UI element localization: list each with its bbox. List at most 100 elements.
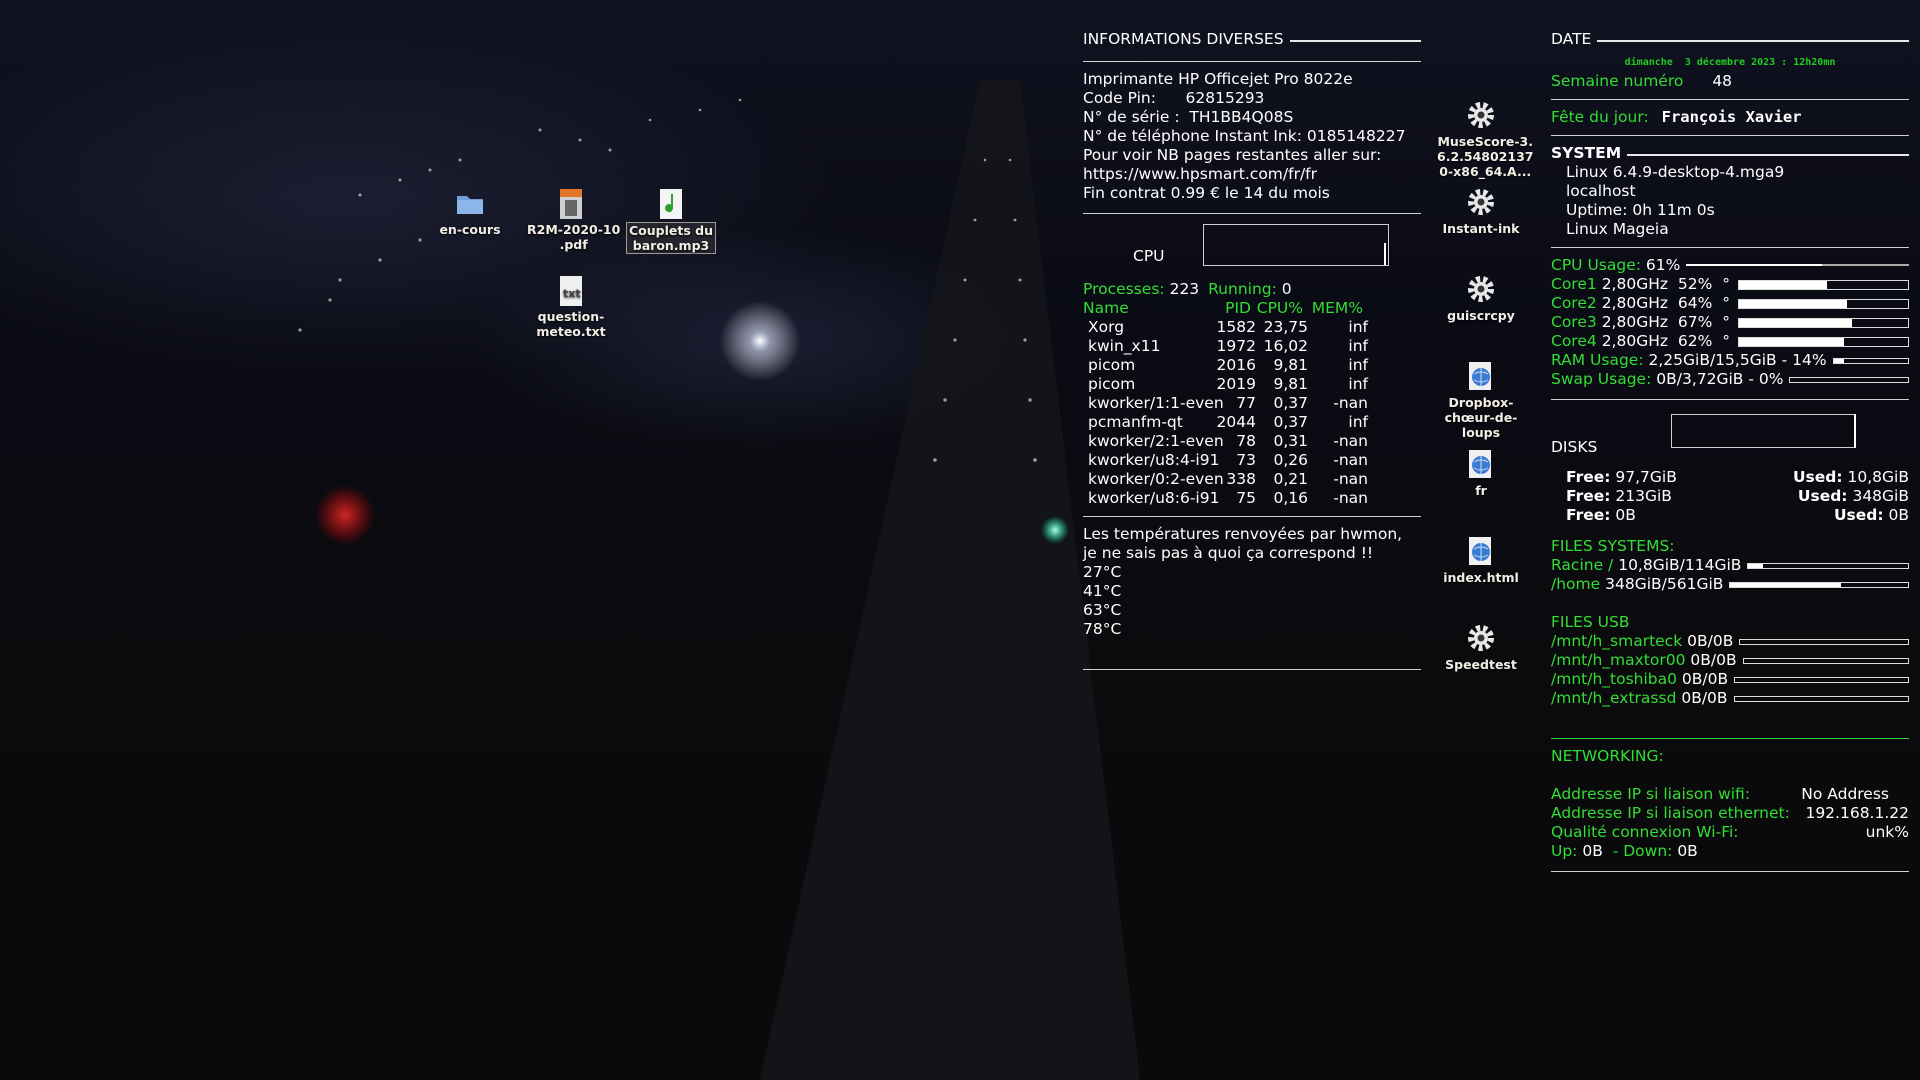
launcher-speedtest[interactable]: Speedtest [1435,623,1527,672]
core-bar [1737,298,1909,309]
core-row: Core4 2,80GHz 62% ° [1551,332,1909,351]
fs-row: /home 348GiB/561GiB [1551,575,1909,594]
usb-title: FILES USB [1551,613,1630,631]
info-title-text: INFORMATIONS DIVERSES [1083,30,1284,48]
launcher-label: Instant-ink [1442,221,1520,236]
running-value: 0 [1281,280,1292,298]
launcher-musescore[interactable]: MuseScore-3. 6.2.54802137 0-x86_64.A... [1435,100,1533,179]
traffic-row: Up: 0B - Down: 0B [1551,842,1698,860]
usb-value: 0B/0B [1687,632,1734,650]
usb-label: /mnt/h_maxtor00 [1551,651,1686,669]
svg-text:txt: txt [563,287,581,300]
launcher-instant-ink[interactable]: Instant-ink [1435,187,1527,236]
text-file-icon: txt [556,275,586,307]
system-line: Uptime: 0h 11m 0s [1566,201,1715,219]
fs-label: Racine / [1551,556,1614,574]
disks-title: DISKS [1551,438,1598,456]
ram-value: 2,25GiB/15,5GiB - 14% [1648,351,1827,369]
core-bar [1737,317,1909,328]
core-row: Core1 2,80GHz 52% ° [1551,275,1909,294]
usb-label: /mnt/h_toshiba0 [1551,670,1677,688]
process-table-header: Name PID CPU% MEM% [1083,299,1421,318]
temp-value: 27°C [1083,563,1122,581]
usb-value: 0B/0B [1690,651,1737,669]
cpu-usage-value: 61% [1645,256,1681,274]
info-line: Fin contrat 0.99 € le 14 du mois [1083,184,1330,202]
col-cpu: CPU% [1256,299,1303,317]
temp-note: Les températures renvoyées par hwmon, [1083,525,1403,543]
ram-usage: RAM Usage: 2,25GiB/15,5GiB - 14% [1551,351,1909,370]
gear-icon [1466,100,1496,132]
launcher-dropbox[interactable]: Dropbox- chœur-de- loups [1435,361,1527,440]
launcher-index-html[interactable]: index.html [1435,536,1527,585]
core-row: Core2 2,80GHz 64% ° [1551,294,1909,313]
core-row: Core3 2,80GHz 67% ° [1551,313,1909,332]
core-bar [1737,336,1909,347]
wifi-ip-row: Addresse IP si liaison wifi: No Address [1551,785,1889,803]
info-line: Imprimante HP Officejet Pro 8022e [1083,70,1353,88]
feast-of-day: Fête du jour: François Xavier [1551,108,1909,127]
disks-graph-block: DISKS [1551,408,1909,468]
launcher-fr[interactable]: fr [1435,449,1527,498]
process-row: kwin_x11 1972 16,02 inf [1088,337,1368,355]
core-deg: ° [1722,332,1730,350]
swap-label: Swap Usage: [1551,370,1652,388]
process-row: kworker/2:1-even 78 0,31 -nan [1088,432,1368,450]
process-table: Xorg 1582 23,75 inf kwin_x11 1972 16,02 inf pi… [1083,318,1421,508]
core-deg: ° [1722,313,1730,331]
col-name: Name [1083,299,1129,317]
core-bar [1737,279,1909,290]
audio-file-icon [656,188,686,220]
fs-row: Racine / 10,8GiB/114GiB [1551,556,1909,575]
desktop-icon-r2m-pdf[interactable]: R2M-2020-10 .pdf [525,188,620,252]
col-mem: MEM% [1311,299,1363,317]
date-title: DATE [1551,30,1909,49]
running-label: Running: [1208,280,1277,298]
gear-icon [1466,274,1496,306]
core-label: Core2 [1551,294,1597,312]
desktop-icon-label: en-cours [439,222,501,237]
core-pct: 52% [1677,275,1713,293]
disk-row: Free: 97,7GiB Used: 10,8GiB [1566,468,1909,486]
usb-bar [1739,638,1909,645]
col-pid: PID [1225,299,1251,317]
networking-title: NETWORKING: [1551,747,1664,765]
folder-icon [455,188,485,220]
launcher-label: MuseScore-3. 6.2.54802137 0-x86_64.A... [1437,134,1534,179]
fs-value: 10,8GiB/114GiB [1618,556,1742,574]
process-row: picom 2016 9,81 inf [1088,356,1368,374]
swap-value: 0B/3,72GiB - 0% [1656,370,1784,388]
desktop-icon-en-cours[interactable]: en-cours [424,188,516,237]
temp-note: je ne sais pas à quoi ça correspond !! [1083,544,1374,562]
fs-bar [1747,562,1909,569]
usb-bar [1734,676,1909,683]
launcher-label: index.html [1443,570,1519,585]
week-label: Semaine numéro [1551,72,1684,90]
wifi-quality-row: Qualité connexion Wi-Fi: unk% [1551,823,1909,841]
desktop-icon-question-meteo[interactable]: txt question- meteo.txt [525,275,617,339]
core-freq: 2,80GHz [1601,332,1669,350]
disk-io-graph [1671,414,1856,448]
processes-label: Processes: [1083,280,1165,298]
core-label: Core1 [1551,275,1597,293]
fs-bar [1729,581,1909,588]
core-freq: 2,80GHz [1601,313,1669,331]
system-line: Linux Mageia [1566,220,1669,238]
core-pct: 67% [1677,313,1713,331]
core-label: Core3 [1551,313,1597,331]
fs-title: FILES SYSTEMS: [1551,537,1675,555]
info-line: N° de téléphone Instant Ink: 0185148227 [1083,127,1406,145]
swap-bar [1789,376,1909,383]
process-row: Xorg 1582 23,75 inf [1088,318,1368,336]
usb-bar [1733,695,1909,702]
launcher-guiscrcpy[interactable]: guiscrcpy [1435,274,1527,323]
temp-value: 78°C [1083,620,1122,638]
process-row: kworker/u8:6-i91 75 0,16 -nan [1088,489,1368,507]
core-pct: 64% [1677,294,1713,312]
pdf-file-icon [556,188,586,220]
core-list: Core1 2,80GHz 52% ° Core2 2,80GHz 64% ° … [1551,275,1909,351]
networking-info: Addresse IP si liaison wifi: No Address A… [1551,785,1909,861]
temp-value: 63°C [1083,601,1122,619]
desktop-icon-couplets-mp3[interactable]: Couplets du baron.mp3 [625,188,717,254]
info-line: Pour voir NB pages restantes aller sur: [1083,146,1382,164]
